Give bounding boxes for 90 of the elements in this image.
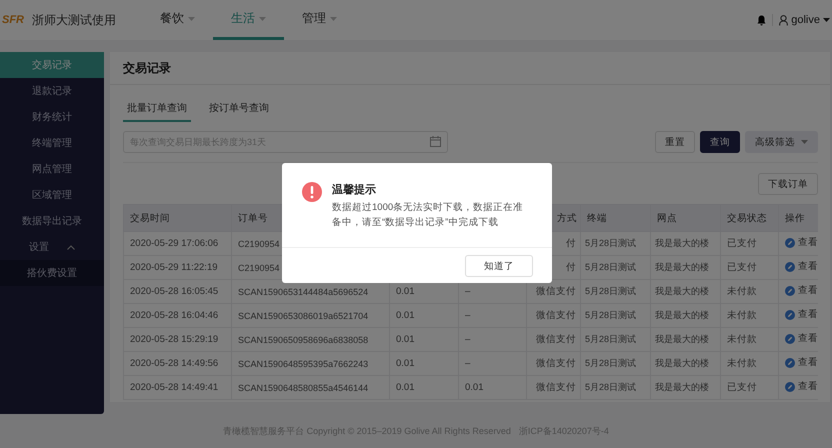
table-cell: 0.01	[390, 304, 458, 328]
table-cell: –	[458, 328, 526, 352]
filter-button[interactable]: 高级筛选	[745, 131, 818, 153]
table-cell: 我是最大的楼	[650, 304, 720, 328]
table-cell: 微信支付	[526, 304, 580, 328]
table-cell: 我是最大的楼	[650, 328, 720, 352]
table-cell: 我是最大的楼	[650, 352, 720, 376]
edit-icon	[785, 334, 795, 344]
table-cell: 5月28日测试	[580, 376, 650, 400]
table-cell: 2020-05-28 14:49:41	[124, 376, 232, 400]
column-header: 交易时间	[124, 204, 232, 232]
table-cell: 我是最大的楼	[650, 280, 720, 304]
caret-icon	[330, 16, 337, 20]
table-cell: 微信支付	[526, 352, 580, 376]
warning-icon	[302, 182, 322, 202]
column-header: 终端	[580, 204, 650, 232]
table-cell: 未付款	[720, 304, 778, 328]
sidebar-item[interactable]: 终端管理	[0, 130, 104, 156]
edit-icon	[785, 358, 795, 368]
table-cell: 2020-05-29 11:22:19	[124, 256, 232, 280]
table-cell: 5月28日测试	[580, 232, 650, 256]
page-title: 交易记录	[123, 60, 171, 76]
nav-tab[interactable]: 餐饮	[142, 0, 213, 40]
table-cell: 2020-05-28 16:05:45	[124, 280, 232, 304]
sidebar-item[interactable]: 设置	[0, 234, 104, 260]
table-cell: 已支付	[720, 376, 778, 400]
table-cell: 5月28日测试	[580, 256, 650, 280]
table-cell: SCAN1590648595395a7662243	[232, 352, 390, 376]
table-cell: 5月28日测试	[580, 328, 650, 352]
table-cell: 2020-05-28 16:04:46	[124, 304, 232, 328]
sidebar-item[interactable]: 区域管理	[0, 182, 104, 208]
tab[interactable]: 批量订单查询	[123, 100, 191, 122]
table-cell: 2020-05-28 14:49:56	[124, 352, 232, 376]
table-cell: 未付款	[720, 352, 778, 376]
bell-icon[interactable]	[757, 14, 766, 26]
table-cell: –	[458, 352, 526, 376]
table-cell: 0.01	[458, 376, 526, 400]
edit-icon	[785, 382, 795, 392]
sidebar-item[interactable]: 交易记录	[0, 52, 104, 78]
caret-icon	[188, 16, 195, 20]
table-cell: 2020-05-28 15:29:19	[124, 328, 232, 352]
user-menu[interactable]: golive	[779, 14, 830, 26]
user-icon	[779, 14, 788, 26]
calendar-icon	[430, 136, 441, 150]
table-cell: 我是最大的楼	[650, 376, 720, 400]
tab[interactable]: 按订单号查询	[205, 100, 273, 122]
table-cell: SCAN1590653086019a6521704	[232, 304, 390, 328]
table-cell: –	[458, 304, 526, 328]
table-cell: 已支付	[720, 232, 778, 256]
reset-button[interactable]: 重置	[655, 131, 695, 153]
caret-icon	[823, 18, 830, 22]
sidebar-item[interactable]: 退款记录	[0, 78, 104, 104]
download-button[interactable]: 下载订单	[758, 173, 818, 195]
table-cell: 微信支付	[526, 376, 580, 400]
table-cell: 未付款	[720, 328, 778, 352]
table-cell: 微信支付	[526, 328, 580, 352]
edit-icon	[785, 286, 795, 296]
nav-tab[interactable]: 管理	[284, 0, 355, 40]
table-cell: 我是最大的楼	[650, 256, 720, 280]
column-header: 网点	[650, 204, 720, 232]
table-cell: 我是最大的楼	[650, 232, 720, 256]
table-cell: 未付款	[720, 280, 778, 304]
sidebar-item[interactable]: 网点管理	[0, 156, 104, 182]
table-cell: 5月28日测试	[580, 352, 650, 376]
sidebar-item[interactable]: 财务统计	[0, 104, 104, 130]
table-cell: 0.01	[390, 376, 458, 400]
brand-name: 浙师大测试使用	[32, 12, 117, 28]
column-header: 操作	[778, 204, 818, 232]
nav-tab[interactable]: 生活	[213, 0, 284, 40]
sidebar-item[interactable]: 搭伙费设置	[0, 260, 104, 286]
ok-button[interactable]: 知道了	[465, 255, 533, 277]
edit-icon	[785, 310, 795, 320]
caret-icon	[801, 140, 808, 144]
table-cell: 5月28日测试	[580, 304, 650, 328]
query-button[interactable]: 查询	[700, 131, 740, 153]
table-cell: 5月28日测试	[580, 280, 650, 304]
edit-icon	[785, 262, 795, 272]
chevron-icon	[67, 244, 75, 250]
table-cell: 2020-05-29 17:06:06	[124, 232, 232, 256]
table-cell: SCAN1590648580855a4546144	[232, 376, 390, 400]
table-cell: SCAN1590650958696a6838058	[232, 328, 390, 352]
table-cell: 0.01	[390, 328, 458, 352]
table-cell: 已支付	[720, 256, 778, 280]
table-cell: 0.01	[390, 352, 458, 376]
caret-icon	[259, 16, 266, 20]
sidebar-item[interactable]: 数据导出记录	[0, 208, 104, 234]
edit-icon	[785, 238, 795, 248]
column-header: 交易状态	[720, 204, 778, 232]
dialog-title: 温馨提示	[332, 182, 377, 197]
logo: SFR	[2, 14, 24, 26]
